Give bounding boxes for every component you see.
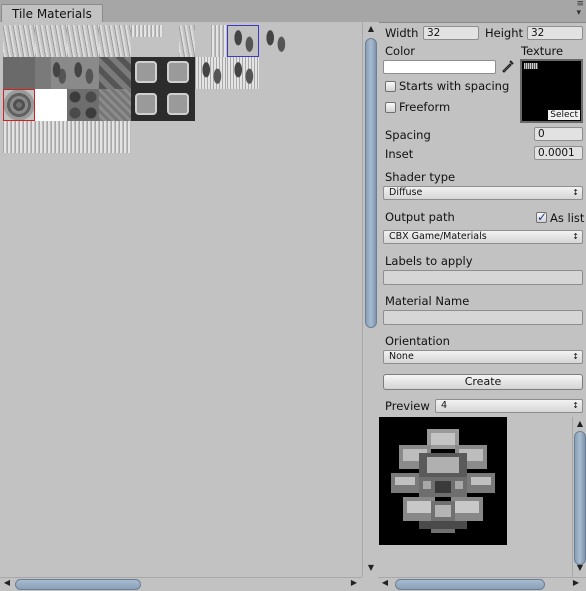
scroll-up-arrow-icon[interactable]: ▲ xyxy=(365,24,377,36)
inspector-panel: Width 32 Height 32 Color Texture Select … xyxy=(379,22,586,577)
width-field[interactable]: 32 xyxy=(423,26,479,40)
scroll-left-arrow-icon[interactable]: ◀ xyxy=(379,578,391,590)
texture-thumbnail xyxy=(524,63,538,69)
tile[interactable] xyxy=(99,121,131,153)
tile[interactable] xyxy=(179,25,195,57)
orientation-dropdown[interactable]: None ↕ xyxy=(383,350,583,364)
scroll-right-arrow-icon[interactable]: ▶ xyxy=(348,578,360,590)
tile-selected[interactable] xyxy=(227,25,259,57)
dropdown-caret-icon: ↕ xyxy=(572,401,579,410)
scroll-down-arrow-icon[interactable]: ▼ xyxy=(365,563,377,575)
dropdown-caret-icon: ↕ xyxy=(572,232,579,241)
scroll-left-arrow-icon[interactable]: ◀ xyxy=(1,578,13,590)
scroll-thumb[interactable] xyxy=(574,431,586,565)
spacing-label: Spacing xyxy=(385,128,431,142)
eyedropper-icon[interactable] xyxy=(500,58,516,74)
tab-tile-materials[interactable]: Tile Materials xyxy=(1,4,103,24)
inset-field[interactable]: 0.0001 xyxy=(534,146,583,160)
height-label: Height xyxy=(485,26,524,40)
tile[interactable] xyxy=(131,25,163,37)
shader-type-value: Diffuse xyxy=(389,187,423,198)
preview-size-value: 4 xyxy=(441,400,448,411)
spacing-field[interactable]: 0 xyxy=(534,127,583,141)
tile[interactable] xyxy=(99,57,131,89)
scroll-right-arrow-icon[interactable]: ▶ xyxy=(570,578,582,590)
output-path-dropdown[interactable]: CBX Game/Materials ↕ xyxy=(383,230,583,244)
scroll-thumb[interactable] xyxy=(395,579,545,590)
inspector-vertical-scrollbar[interactable]: ▲ ▼ xyxy=(572,417,586,577)
orientation-label: Orientation xyxy=(385,334,450,348)
tile-selected-red[interactable] xyxy=(3,89,35,121)
create-button[interactable]: Create xyxy=(383,374,583,390)
tile[interactable] xyxy=(163,57,195,89)
tile[interactable] xyxy=(99,25,131,57)
as-list-checkbox[interactable] xyxy=(536,210,547,224)
width-label: Width xyxy=(385,26,419,40)
tile[interactable] xyxy=(211,25,227,57)
labels-to-apply-field[interactable] xyxy=(383,270,583,285)
freeform-label: Freeform xyxy=(399,100,451,114)
tile[interactable] xyxy=(67,25,99,57)
scroll-thumb[interactable] xyxy=(15,579,141,590)
tile[interactable] xyxy=(67,121,99,153)
tile[interactable] xyxy=(195,57,227,89)
height-field[interactable]: 32 xyxy=(527,26,583,40)
material-name-field[interactable] xyxy=(383,310,583,325)
tile[interactable] xyxy=(131,89,163,121)
preview-label: Preview xyxy=(385,399,430,413)
scroll-up-arrow-icon[interactable]: ▲ xyxy=(574,419,586,431)
scroll-corner xyxy=(362,577,378,590)
texture-slot[interactable]: Select xyxy=(520,59,583,123)
starts-with-spacing-label: Starts with spacing xyxy=(399,79,510,93)
tab-bar: Tile Materials ≡ ▾ xyxy=(0,0,586,24)
tile[interactable] xyxy=(35,25,67,57)
tile-atlas-view[interactable] xyxy=(0,22,362,577)
inspector-horizontal-scrollbar[interactable]: ◀ ▶ xyxy=(378,577,586,591)
window-menu-icon[interactable]: ≡ ▾ xyxy=(576,0,584,18)
tile[interactable] xyxy=(259,25,291,57)
tile[interactable] xyxy=(67,89,99,121)
output-path-label: Output path xyxy=(385,210,455,224)
dropdown-caret-icon: ↕ xyxy=(572,352,579,361)
tile[interactable] xyxy=(99,89,131,121)
as-list-label: As list xyxy=(550,211,585,225)
texture-select-button[interactable]: Select xyxy=(548,110,580,120)
tile[interactable] xyxy=(35,89,67,121)
tile[interactable] xyxy=(51,57,67,89)
tile[interactable] xyxy=(3,57,35,89)
tile-preview-image xyxy=(379,417,507,545)
dropdown-caret-icon: ↕ xyxy=(572,188,579,197)
tile[interactable] xyxy=(35,121,67,153)
texture-label: Texture xyxy=(521,44,564,58)
scroll-down-arrow-icon[interactable]: ▼ xyxy=(574,563,586,575)
output-path-value: CBX Game/Materials xyxy=(389,231,487,242)
freeform-checkbox[interactable] xyxy=(385,102,396,113)
color-label: Color xyxy=(385,44,416,58)
tile[interactable] xyxy=(163,89,195,121)
orientation-value: None xyxy=(389,351,414,362)
labels-to-apply-label: Labels to apply xyxy=(385,254,473,268)
atlas-horizontal-scrollbar[interactable]: ◀ ▶ xyxy=(0,577,362,591)
tile[interactable] xyxy=(67,57,99,89)
shader-type-dropdown[interactable]: Diffuse ↕ xyxy=(383,186,583,200)
starts-with-spacing-checkbox[interactable] xyxy=(385,81,396,92)
tile[interactable] xyxy=(227,57,259,89)
scroll-thumb[interactable] xyxy=(365,38,377,328)
inset-label: Inset xyxy=(385,147,414,161)
color-swatch-field[interactable] xyxy=(383,60,496,74)
tile[interactable] xyxy=(3,25,35,57)
preview-size-dropdown[interactable]: 4 ↕ xyxy=(435,399,583,413)
material-name-label: Material Name xyxy=(385,294,470,308)
shader-type-label: Shader type xyxy=(385,170,456,184)
tile[interactable] xyxy=(3,121,35,153)
tile[interactable] xyxy=(131,57,163,89)
atlas-vertical-scrollbar[interactable]: ▲ ▼ xyxy=(362,22,379,577)
